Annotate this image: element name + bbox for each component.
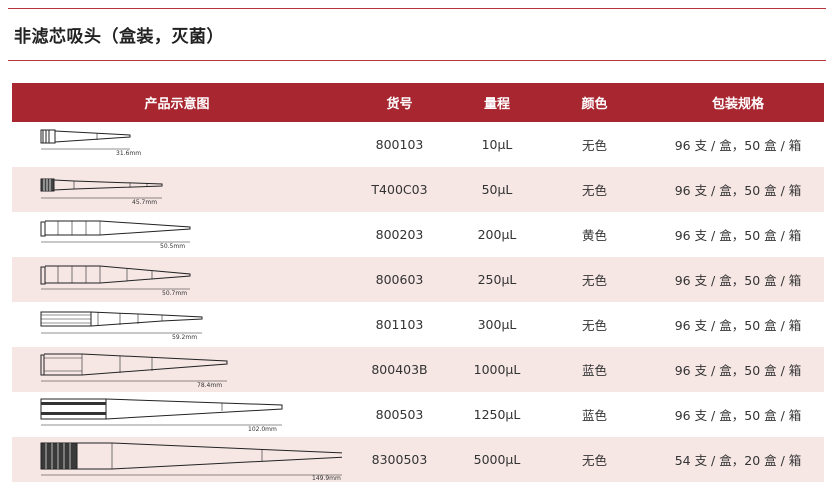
sku-cell: 800603 <box>375 272 424 287</box>
tip-length-label: 50.7mm <box>162 290 187 297</box>
tip-length-label: 78.4mm <box>197 382 222 389</box>
sku-cell: 800203 <box>375 227 424 242</box>
tip-diagram: 50.5mm <box>12 212 342 257</box>
pipette-tip-drawing: 59.2mm <box>40 311 203 341</box>
range-cell: 50µL <box>481 182 513 197</box>
sku-cell: T400C03 <box>371 182 428 197</box>
range-cell: 250µL <box>477 272 517 287</box>
tip-length-label: 149.9mm <box>312 475 341 482</box>
package-cell: 54 支 / 盒，20 盒 / 箱 <box>674 453 802 468</box>
tip-length-label: 31.6mm <box>116 150 141 157</box>
package-cell: 96 支 / 盒，50 盒 / 箱 <box>674 273 802 288</box>
table-header: 产品示意图 货号 量程 颜色 包装规格 <box>12 83 824 122</box>
table-row: 149.9mm 8300503 5000µL 无色 54 支 / 盒，20 盒 … <box>12 437 824 482</box>
table-row: 50.7mm 800603 250µL 无色 96 支 / 盒，50 盒 / 箱 <box>12 257 824 302</box>
pipette-tip-drawing: 31.6mm <box>40 129 141 157</box>
table-row: 31.6mm 800103 10µL 无色 96 支 / 盒，50 盒 / 箱 <box>12 122 824 167</box>
tip-diagram: 59.2mm <box>12 302 342 347</box>
color-cell: 无色 <box>581 183 607 198</box>
sku-cell: 800403B <box>371 362 428 377</box>
tip-diagram: 31.6mm <box>12 122 342 167</box>
title-rule <box>8 60 826 61</box>
package-cell: 96 支 / 盒，50 盒 / 箱 <box>674 228 802 243</box>
header-package: 包装规格 <box>711 97 764 112</box>
table-row: 78.4mm 800403B 1000µL 蓝色 96 支 / 盒，50 盒 /… <box>12 347 824 392</box>
sku-cell: 800503 <box>375 407 424 422</box>
tip-diagram: 149.9mm <box>12 437 342 482</box>
range-cell: 5000µL <box>473 452 521 467</box>
tip-diagram: 45.7mm <box>12 167 342 212</box>
package-cell: 96 支 / 盒，50 盒 / 箱 <box>674 408 802 423</box>
pipette-tip-drawing: 50.7mm <box>40 265 191 297</box>
top-rule <box>8 8 826 9</box>
range-cell: 300µL <box>477 317 517 332</box>
color-cell: 无色 <box>581 318 607 333</box>
tip-length-label: 59.2mm <box>172 334 197 341</box>
package-cell: 96 支 / 盒，50 盒 / 箱 <box>674 183 802 198</box>
pipette-tip-drawing: 50.5mm <box>40 220 191 250</box>
range-cell: 200µL <box>477 227 517 242</box>
page-title: 非滤芯吸头（盒装，灭菌） <box>14 27 224 47</box>
tip-length-label: 50.5mm <box>160 243 185 250</box>
range-cell: 10µL <box>481 137 513 152</box>
color-cell: 无色 <box>581 273 607 288</box>
color-cell: 无色 <box>581 453 607 468</box>
range-cell: 1000µL <box>473 362 521 377</box>
header-diagram: 产品示意图 <box>144 97 210 112</box>
pipette-tip-drawing: 45.7mm <box>40 178 163 206</box>
color-cell: 蓝色 <box>581 363 607 378</box>
package-cell: 96 支 / 盒，50 盒 / 箱 <box>674 318 802 333</box>
sku-cell: 8300503 <box>371 452 428 467</box>
pipette-tip-drawing: 102.0mm <box>40 398 283 433</box>
tip-diagram: 102.0mm <box>12 392 342 437</box>
table-row: 59.2mm 801103 300µL 无色 96 支 / 盒，50 盒 / 箱 <box>12 302 824 347</box>
package-cell: 96 支 / 盒，50 盒 / 箱 <box>674 363 802 378</box>
package-cell: 96 支 / 盒，50 盒 / 箱 <box>674 138 802 153</box>
sku-cell: 801103 <box>375 317 424 332</box>
header-color: 颜色 <box>581 97 608 112</box>
table-row: 102.0mm 800503 1250µL 蓝色 96 支 / 盒，50 盒 /… <box>12 392 824 437</box>
tip-diagram: 50.7mm <box>12 257 342 302</box>
color-cell: 无色 <box>581 138 607 153</box>
table-row: 50.5mm 800203 200µL 黄色 96 支 / 盒，50 盒 / 箱 <box>12 212 824 257</box>
table-row: 45.7mm T400C03 50µL 无色 96 支 / 盒，50 盒 / 箱 <box>12 167 824 212</box>
pipette-tip-drawing: 78.4mm <box>40 353 228 389</box>
sku-cell: 800103 <box>375 137 424 152</box>
color-cell: 蓝色 <box>581 408 607 423</box>
color-cell: 黄色 <box>581 228 607 243</box>
tip-length-label: 102.0mm <box>248 426 277 433</box>
range-cell: 1250µL <box>473 407 521 422</box>
pipette-tip-drawing: 149.9mm <box>40 442 342 482</box>
header-sku: 货号 <box>386 97 413 112</box>
tip-diagram: 78.4mm <box>12 347 342 392</box>
product-table: 产品示意图 货号 量程 颜色 包装规格 31.6mm 800103 10µL 无… <box>12 83 824 482</box>
header-range: 量程 <box>483 97 510 112</box>
tip-length-label: 45.7mm <box>132 199 157 206</box>
